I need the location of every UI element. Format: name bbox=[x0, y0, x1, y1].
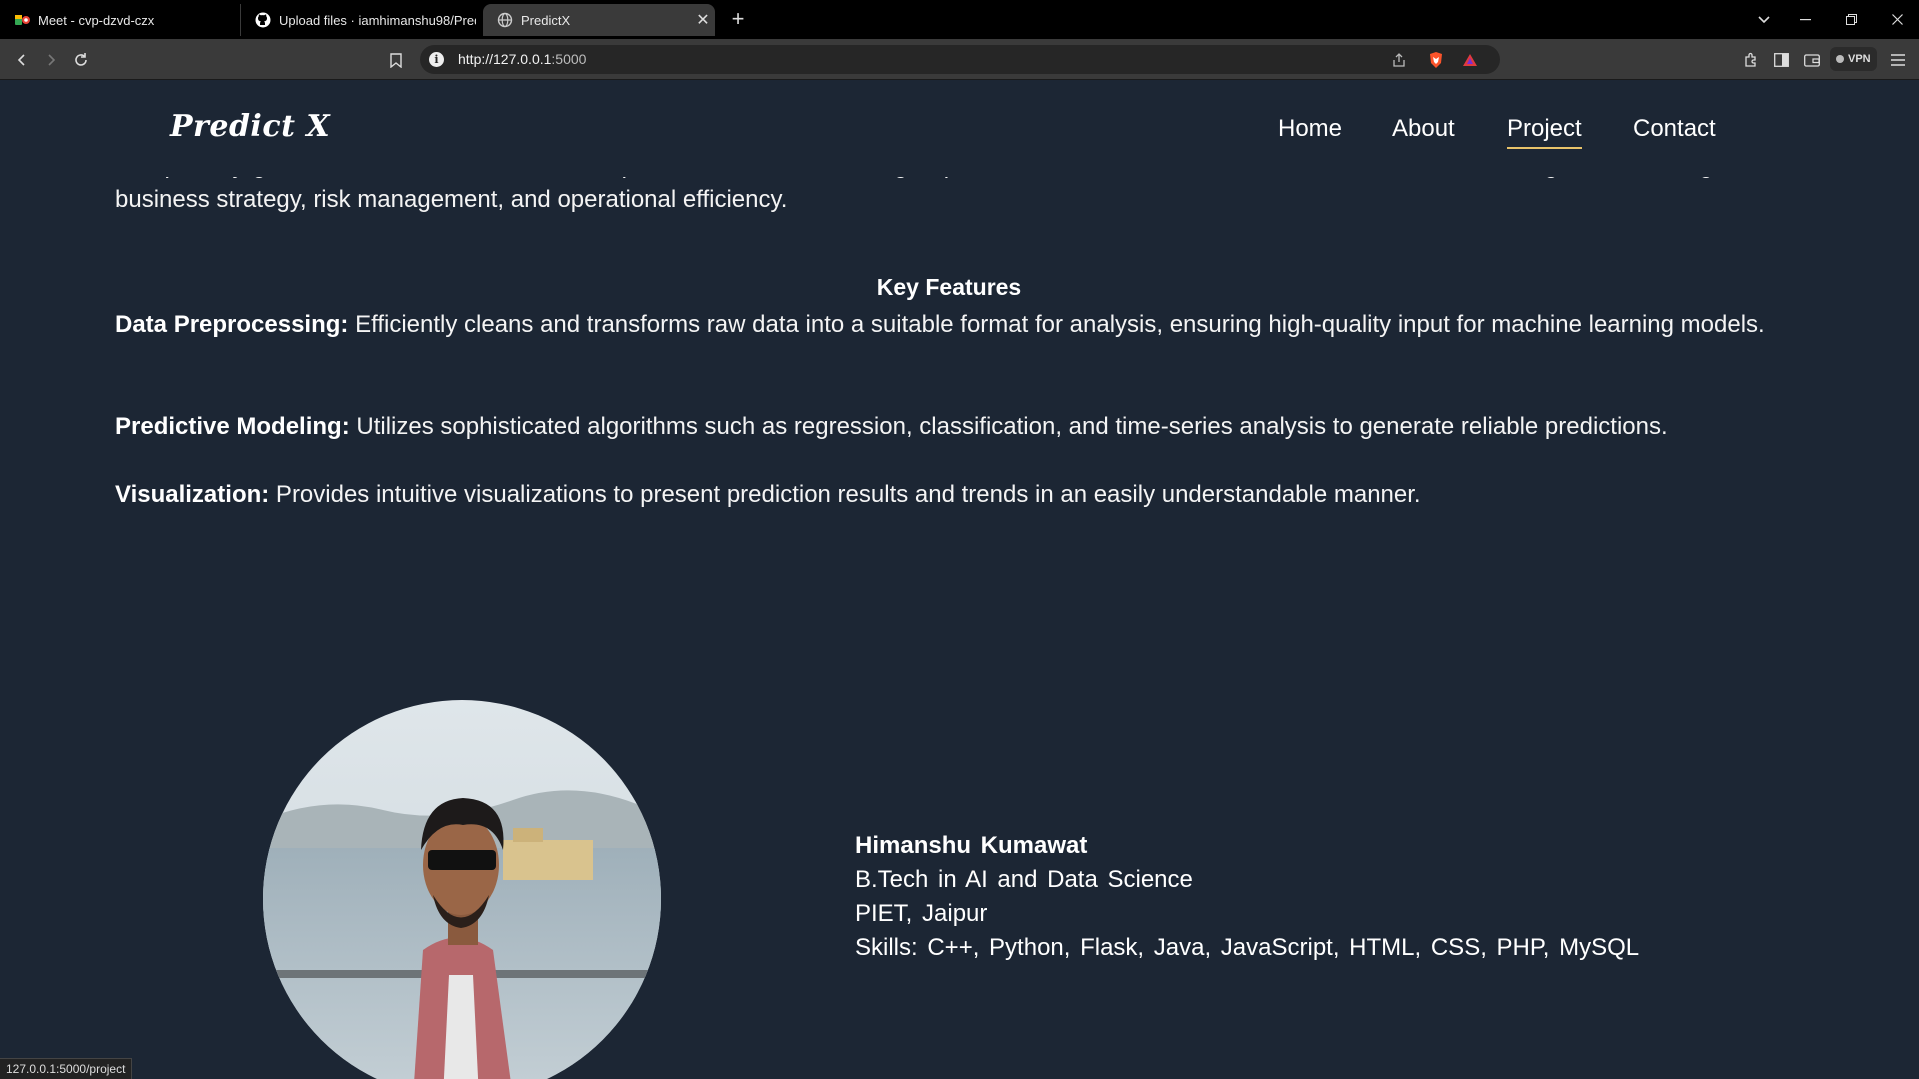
browser-tab-bar: Meet - cvp-dzvd-czx Upload files · iamhi… bbox=[0, 0, 1919, 39]
feature-data-preprocessing: Data Preprocessing: Efficiently cleans a… bbox=[115, 308, 1781, 342]
address-url[interactable]: http://127.0.0.1:5000 bbox=[458, 51, 586, 67]
browser-toolbar: i http://127.0.0.1:5000 VPN bbox=[0, 39, 1919, 80]
reload-icon[interactable] bbox=[68, 47, 94, 73]
bookmark-icon[interactable] bbox=[383, 47, 409, 73]
site-navbar: Predict X Home About Project Contact bbox=[0, 81, 1919, 177]
forward-icon[interactable] bbox=[38, 47, 64, 73]
site-info-icon[interactable]: i bbox=[429, 52, 444, 67]
feature-name: Data Preprocessing: bbox=[115, 311, 349, 338]
tab-title: Upload files · iamhimanshu98/Predi bbox=[279, 12, 476, 28]
extensions-icon[interactable] bbox=[1738, 47, 1764, 73]
key-features-heading: Key Features bbox=[876, 274, 1022, 300]
brave-rewards-icon[interactable] bbox=[1460, 50, 1480, 70]
restore-icon[interactable] bbox=[1829, 0, 1873, 39]
page-viewport: The primary goal of PredictX is to harne… bbox=[0, 81, 1919, 1079]
minimize-icon[interactable] bbox=[1783, 0, 1827, 39]
tab-meet[interactable]: Meet - cvp-dzvd-czx bbox=[0, 4, 240, 36]
wallet-icon[interactable] bbox=[1799, 47, 1825, 73]
address-bar[interactable]: i http://127.0.0.1:5000 bbox=[420, 45, 1500, 74]
back-icon[interactable] bbox=[9, 47, 35, 73]
feature-predictive-modeling: Predictive Modeling: Utilizes sophistica… bbox=[115, 410, 1781, 444]
globe-icon bbox=[497, 12, 513, 28]
nav-contact[interactable]: Contact bbox=[1633, 115, 1716, 143]
new-tab-button[interactable]: + bbox=[724, 6, 752, 34]
feature-name: Visualization: bbox=[115, 481, 270, 508]
nav-home[interactable]: Home bbox=[1278, 115, 1342, 143]
vpn-status-icon bbox=[1836, 55, 1844, 63]
feature-visualization: Visualization: Provides intuitive visual… bbox=[115, 478, 1781, 512]
share-icon[interactable] bbox=[1389, 50, 1409, 70]
nav-project[interactable]: Project bbox=[1507, 115, 1582, 149]
vpn-button[interactable]: VPN bbox=[1830, 47, 1877, 71]
close-window-icon[interactable] bbox=[1875, 0, 1919, 39]
tab-predictx[interactable]: PredictX ✕ bbox=[483, 4, 715, 36]
tab-github[interactable]: Upload files · iamhimanshu98/Predi bbox=[240, 4, 476, 36]
nav-about[interactable]: About bbox=[1392, 115, 1455, 143]
brave-shields-icon[interactable] bbox=[1426, 50, 1446, 70]
profile-degree: B.Tech in AI and Data Science bbox=[855, 866, 1193, 893]
feature-text: Efficiently cleans and transforms raw da… bbox=[348, 311, 1765, 338]
feature-text: Utilizes sophisticated algorithms such a… bbox=[349, 413, 1668, 440]
tab-title: Meet - cvp-dzvd-czx bbox=[38, 12, 155, 28]
link-status-bar: 127.0.0.1:5000/project bbox=[0, 1058, 133, 1079]
profile-photo bbox=[263, 700, 661, 1079]
tab-search-chevron-icon[interactable] bbox=[1742, 0, 1786, 39]
tab-title: PredictX bbox=[521, 12, 571, 28]
meet-recording-icon bbox=[14, 12, 30, 28]
github-icon bbox=[255, 12, 271, 28]
tab-close-icon[interactable]: ✕ bbox=[691, 10, 715, 30]
profile-college: PIET, Jaipur bbox=[855, 900, 988, 927]
menu-icon[interactable] bbox=[1885, 47, 1911, 73]
profile-skills: Skills: C++, Python, Flask, Java, JavaSc… bbox=[855, 934, 1640, 961]
feature-text: Provides intuitive visualizations to pre… bbox=[269, 481, 1421, 508]
site-logo[interactable]: Predict X bbox=[170, 109, 330, 144]
sidebar-icon[interactable] bbox=[1768, 47, 1794, 73]
feature-name: Predictive Modeling: bbox=[115, 413, 350, 440]
profile-info: Himanshu Kumawat B.Tech in AI and Data S… bbox=[855, 829, 1639, 965]
profile-name: Himanshu Kumawat bbox=[855, 832, 1088, 859]
